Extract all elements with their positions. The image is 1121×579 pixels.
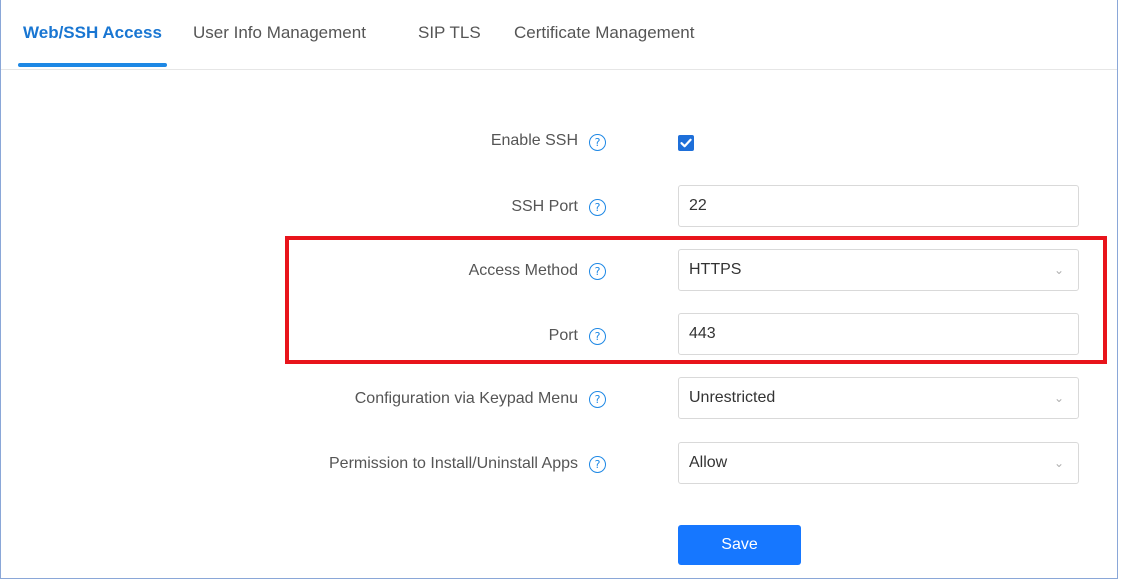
help-icon[interactable]: ? bbox=[589, 199, 606, 216]
install-apps-label: Permission to Install/Uninstall Apps bbox=[329, 455, 578, 472]
tab-bar: Web/SSH Access User Info Management SIP … bbox=[1, 0, 1117, 70]
help-icon[interactable]: ? bbox=[589, 391, 606, 408]
help-icon[interactable]: ? bbox=[589, 134, 606, 151]
tab-label: User Info Management bbox=[193, 23, 366, 42]
settings-panel: Web/SSH Access User Info Management SIP … bbox=[0, 0, 1118, 579]
config-keypad-select[interactable]: Unrestricted ⌄ bbox=[678, 377, 1079, 419]
config-keypad-label: Configuration via Keypad Menu bbox=[354, 390, 578, 407]
help-icon[interactable]: ? bbox=[589, 456, 606, 473]
active-tab-indicator bbox=[18, 63, 167, 67]
install-apps-select[interactable]: Allow ⌄ bbox=[678, 442, 1079, 484]
chevron-down-icon: ⌄ bbox=[1053, 391, 1064, 405]
ssh-port-input[interactable]: 22 bbox=[678, 185, 1079, 227]
config-keypad-value: Unrestricted bbox=[689, 389, 776, 406]
tab-web-ssh-access[interactable]: Web/SSH Access bbox=[18, 0, 167, 70]
tab-certificate-management[interactable]: Certificate Management bbox=[514, 0, 694, 70]
highlight-box bbox=[285, 236, 1107, 364]
tab-label: Certificate Management bbox=[514, 23, 695, 42]
tab-label: SIP TLS bbox=[418, 23, 481, 42]
checkmark-icon bbox=[680, 138, 692, 148]
tab-sip-tls[interactable]: SIP TLS bbox=[418, 0, 481, 70]
ssh-port-label: SSH Port bbox=[511, 198, 578, 215]
tab-label: Web/SSH Access bbox=[23, 23, 162, 42]
tab-user-info-management[interactable]: User Info Management bbox=[193, 0, 366, 70]
save-button[interactable]: Save bbox=[678, 525, 801, 565]
chevron-down-icon: ⌄ bbox=[1053, 456, 1064, 470]
enable-ssh-label: Enable SSH bbox=[490, 132, 578, 149]
enable-ssh-checkbox[interactable] bbox=[678, 135, 694, 151]
install-apps-value: Allow bbox=[689, 454, 728, 471]
